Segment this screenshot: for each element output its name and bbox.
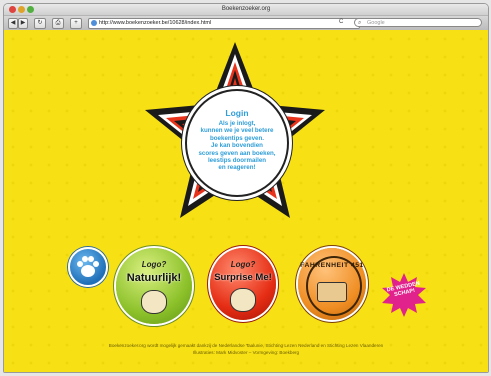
- paw-icon: [77, 256, 99, 277]
- back-button[interactable]: ◀: [8, 18, 18, 29]
- print-icon: ⎙: [55, 20, 61, 26]
- fahrenheit-button[interactable]: FAHRENHEIT 451: [298, 248, 366, 320]
- title-bar: Boekenzoeker.org: [4, 4, 488, 16]
- browser-toolbar: ◀ ▶ ↻ ⎙ + http://www.boekenzoeker.be/106…: [4, 16, 488, 31]
- footer-illustrations: Illustraties: Mark Midvoster – Vormgevin…: [192, 350, 300, 355]
- login-line: scores geven aan boeken,: [198, 149, 276, 157]
- search-icon: ⌕: [358, 20, 362, 26]
- login-title[interactable]: Login: [187, 108, 287, 118]
- natuurlijk-button[interactable]: Logo? Natuurlijk!: [116, 248, 192, 324]
- character-icon: [141, 290, 167, 314]
- search-field[interactable]: ⌕ Google: [354, 18, 482, 27]
- address-reload-icon[interactable]: C: [339, 18, 343, 27]
- fahrenheit-label: FAHRENHEIT 451: [300, 262, 364, 269]
- browser-window: Boekenzoeker.org ◀ ▶ ↻ ⎙ + http://www.bo…: [3, 3, 489, 373]
- login-description: Als je inlogt, kunnen we je veel betere …: [187, 120, 287, 172]
- print-button[interactable]: ⎙: [52, 18, 64, 29]
- plus-icon: +: [74, 20, 78, 26]
- natuurlijk-label: Natuurlijk!: [126, 272, 182, 284]
- add-bookmark-button[interactable]: +: [70, 18, 82, 29]
- page-content: Login Als je inlogt, kunnen we je veel b…: [4, 30, 488, 372]
- natuurlijk-top-label: Logo?: [141, 260, 167, 269]
- surprise-me-button[interactable]: Logo? Surprise Me!: [210, 248, 276, 320]
- login-line: Je kan bovendien: [211, 142, 263, 150]
- login-line: leestips doormailen: [207, 157, 267, 165]
- back-icon: ◀: [10, 20, 16, 26]
- address-bar-url: http://www.boekenzoeker.be/10628/index.h…: [99, 20, 212, 26]
- login-line: boekentips geven.: [210, 134, 264, 142]
- login-line: kunnen we je veel betere: [200, 127, 274, 135]
- address-bar[interactable]: http://www.boekenzoeker.be/10628/index.h…: [88, 18, 360, 29]
- forward-icon: ▶: [20, 20, 26, 26]
- login-line: en reageren!: [218, 164, 256, 172]
- paw-button[interactable]: [68, 247, 108, 287]
- globe-icon: [91, 20, 97, 26]
- forward-button[interactable]: ▶: [18, 18, 28, 29]
- book-character-icon: [317, 282, 347, 302]
- window-title: Boekenzoeker.org: [221, 6, 271, 12]
- login-line: Als je inlogt,: [218, 120, 256, 127]
- search-placeholder: Google: [367, 20, 385, 26]
- reload-button[interactable]: ↻: [34, 18, 46, 29]
- page-footer: Boekenzoeker.org wordt mogelijk gemaakt …: [4, 342, 488, 356]
- footer-credits: Boekenzoeker.org wordt mogelijk gemaakt …: [108, 343, 384, 348]
- login-panel[interactable]: Login Als je inlogt, kunnen we je veel b…: [185, 89, 289, 197]
- surprise-top-label: Logo?: [230, 260, 256, 269]
- character-icon: [230, 288, 256, 312]
- surprise-label: Surprise Me!: [214, 272, 272, 283]
- reload-icon: ↻: [37, 20, 43, 26]
